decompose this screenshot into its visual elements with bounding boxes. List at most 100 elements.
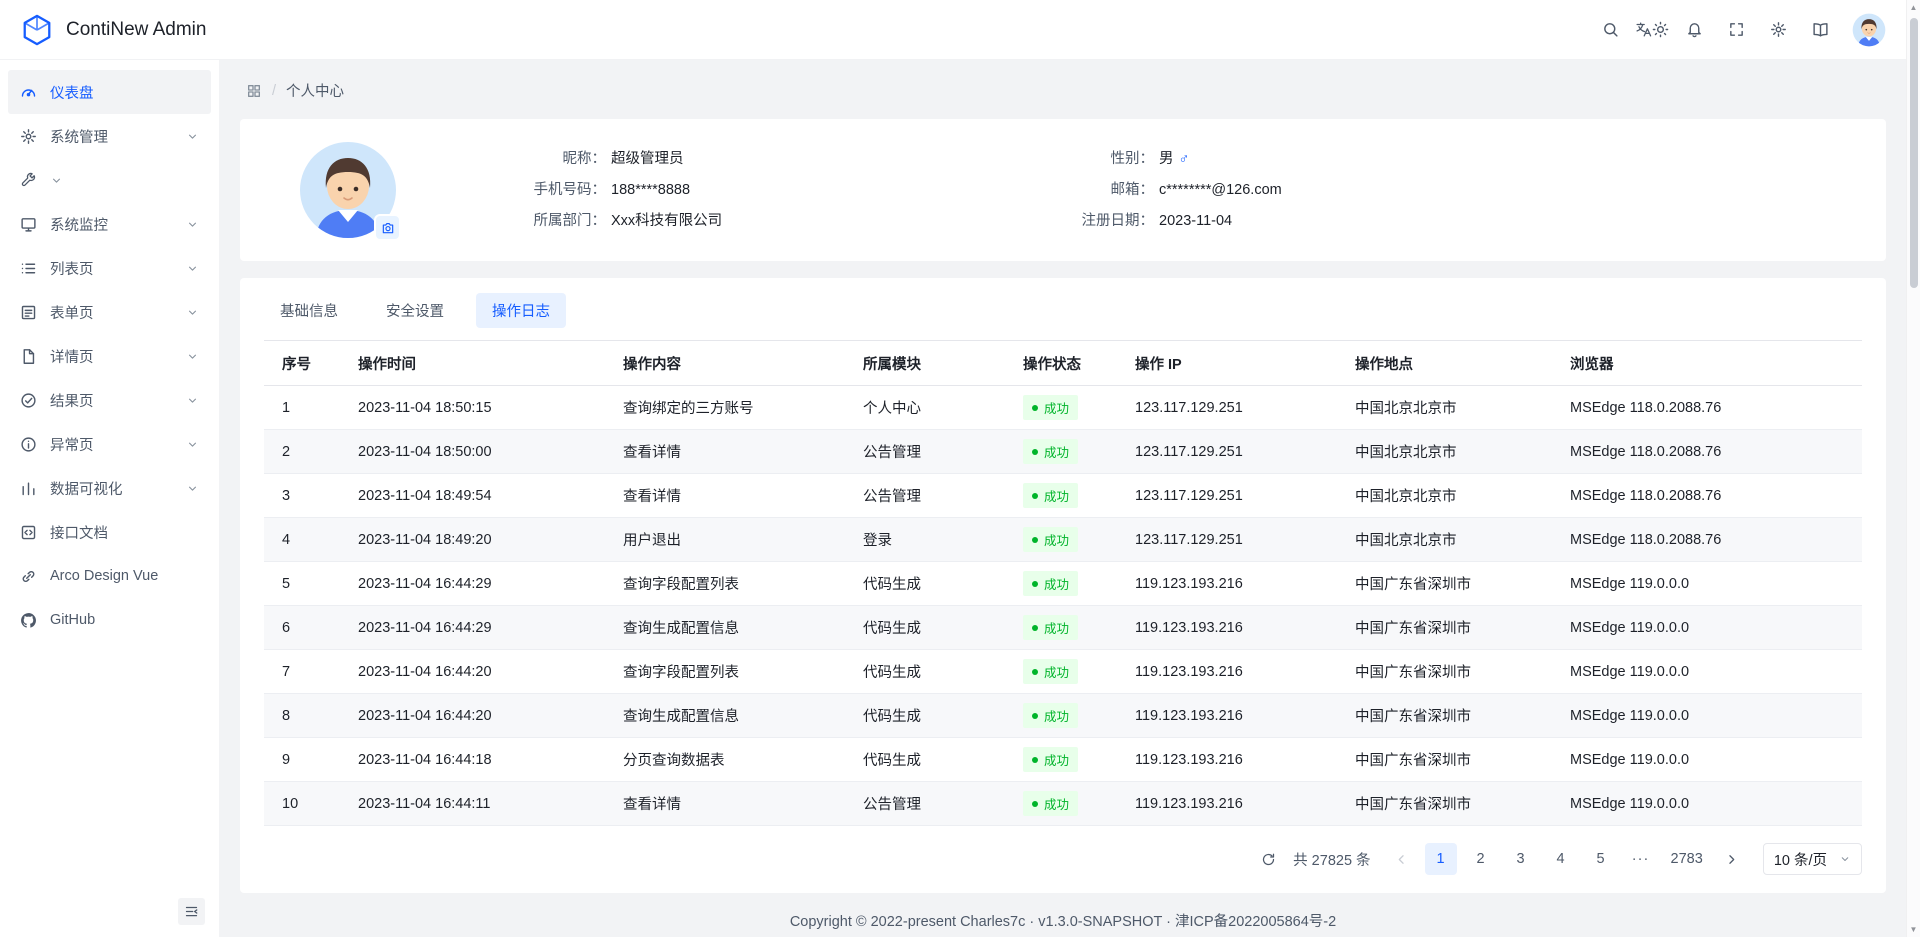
sidebar-item-label: 数据可视化 — [50, 478, 173, 499]
sidebar-item-label: GitHub — [50, 612, 199, 628]
chevron-down-icon — [186, 350, 199, 363]
sidebar-menu: 仪表盘系统管理系统工具系统监控列表页表单页详情页结果页异常页数据可视化接口文档A… — [0, 70, 219, 642]
translate-button[interactable] — [1634, 12, 1670, 48]
search-button[interactable] — [1592, 12, 1628, 48]
page-button-4[interactable]: 4 — [1545, 843, 1577, 875]
monitor-icon — [20, 216, 37, 233]
breadcrumb-home-icon[interactable] — [246, 83, 262, 99]
profile-fields: 昵称：超级管理员手机号码：188****8888所属部门：Xxx科技有限公司 性… — [494, 149, 1472, 231]
table-cell: 查询字段配置列表 — [619, 562, 859, 606]
page-size-select[interactable]: 10 条/页 — [1763, 843, 1862, 875]
sidebar-item-12[interactable]: GitHub — [8, 598, 211, 642]
table-cell: 查询生成配置信息 — [619, 694, 859, 738]
profile-field-label: 性别： — [1042, 149, 1154, 169]
sidebar-collapse-button[interactable] — [178, 898, 205, 925]
profile-field-value: 188****8888 — [611, 180, 690, 200]
table-cell: 9 — [264, 738, 354, 782]
change-avatar-button[interactable] — [374, 214, 401, 241]
table-cell: MSEdge 119.0.0.0 — [1566, 782, 1862, 826]
status-dot-icon — [1032, 405, 1038, 411]
table-cell: 6 — [264, 606, 354, 650]
page-button-3[interactable]: 3 — [1505, 843, 1537, 875]
prev-page-button[interactable] — [1387, 844, 1417, 874]
user-avatar[interactable] — [1852, 13, 1886, 47]
status-dot-icon — [1032, 713, 1038, 719]
sidebar-item-11[interactable]: Arco Design Vue — [8, 554, 211, 598]
table-cell: 123.117.129.251 — [1131, 386, 1351, 430]
table-cell: 成功 — [1019, 650, 1131, 694]
tab-1[interactable]: 安全设置 — [370, 293, 460, 328]
sidebar-item-label: 详情页 — [50, 346, 173, 367]
table-cell: 2023-11-04 18:49:20 — [354, 518, 619, 562]
operation-log-table-wrap: 序号操作时间操作内容所属模块操作状态操作 IP操作地点浏览器12023-11-0… — [240, 340, 1886, 826]
column-header: 操作状态 — [1019, 341, 1131, 386]
table-cell: 119.123.193.216 — [1131, 606, 1351, 650]
status-badge: 成功 — [1023, 615, 1078, 640]
profile-field-value: Xxx科技有限公司 — [611, 211, 722, 231]
chevron-down-icon — [186, 262, 199, 275]
docs-button[interactable] — [1802, 12, 1838, 48]
app-logo-link[interactable]: ContiNew Admin — [20, 13, 206, 47]
table-cell: 中国广东省深圳市 — [1351, 694, 1566, 738]
sidebar-item-10[interactable]: 接口文档 — [8, 510, 211, 554]
scrollbar-up-arrow[interactable]: ▲ — [1907, 0, 1920, 15]
table-cell: 公告管理 — [859, 782, 1019, 826]
tab-2[interactable]: 操作日志 — [476, 293, 566, 328]
sidebar-item-5[interactable]: 表单页 — [8, 290, 211, 334]
table-cell: 代码生成 — [859, 606, 1019, 650]
info-circle-icon — [20, 436, 37, 453]
sidebar-item-2[interactable]: 系统工具 — [8, 158, 211, 202]
table-cell: 2023-11-04 16:44:18 — [354, 738, 619, 782]
scrollbar-thumb[interactable] — [1910, 18, 1918, 288]
profile-field-label: 所属部门： — [494, 211, 606, 231]
status-dot-icon — [1032, 669, 1038, 675]
sidebar-item-6[interactable]: 详情页 — [8, 334, 211, 378]
next-page-button[interactable] — [1717, 844, 1747, 874]
app-logo-icon — [20, 13, 54, 47]
fullscreen-button[interactable] — [1718, 12, 1754, 48]
settings-button[interactable] — [1760, 12, 1796, 48]
notification-button[interactable] — [1676, 12, 1712, 48]
page-button-2[interactable]: 2 — [1465, 843, 1497, 875]
table-cell: 中国广东省深圳市 — [1351, 782, 1566, 826]
page-ellipsis[interactable]: ··· — [1625, 843, 1657, 875]
page-button-1[interactable]: 1 — [1425, 843, 1457, 875]
column-header: 操作地点 — [1351, 341, 1566, 386]
table-cell: 查询生成配置信息 — [619, 606, 859, 650]
table-cell: MSEdge 118.0.2088.76 — [1566, 386, 1862, 430]
page-button-2783[interactable]: 2783 — [1665, 843, 1709, 875]
column-header: 操作时间 — [354, 341, 619, 386]
github-icon — [20, 612, 37, 629]
sidebar-item-1[interactable]: 系统管理 — [8, 114, 211, 158]
page-button-5[interactable]: 5 — [1585, 843, 1617, 875]
table-row: 62023-11-04 16:44:29查询生成配置信息代码生成成功119.12… — [264, 606, 1862, 650]
chevron-down-icon — [186, 130, 199, 143]
sidebar-item-9[interactable]: 数据可视化 — [8, 466, 211, 510]
profile-field-value: 2023-11-04 — [1159, 211, 1232, 231]
tab-0[interactable]: 基础信息 — [264, 293, 354, 328]
sidebar-item-8[interactable]: 异常页 — [8, 422, 211, 466]
status-dot-icon — [1032, 625, 1038, 631]
table-cell: 查看详情 — [619, 782, 859, 826]
theme-button[interactable] — [1637, 23, 1650, 36]
sidebar-item-4[interactable]: 列表页 — [8, 246, 211, 290]
table-cell: 2023-11-04 16:44:11 — [354, 782, 619, 826]
app-title: ContiNew Admin — [66, 19, 206, 41]
table-cell: 公告管理 — [859, 430, 1019, 474]
refresh-button[interactable] — [1253, 844, 1283, 874]
table-cell: 2023-11-04 18:50:15 — [354, 386, 619, 430]
table-cell: 中国北京北京市 — [1351, 386, 1566, 430]
sidebar-item-0[interactable]: 仪表盘 — [8, 70, 211, 114]
scrollbar-down-arrow[interactable]: ▼ — [1907, 922, 1920, 937]
tool-icon: 系统工具 — [20, 172, 37, 189]
sidebar: 仪表盘系统管理系统工具系统监控列表页表单页详情页结果页异常页数据可视化接口文档A… — [0, 60, 220, 937]
sidebar-item-3[interactable]: 系统监控 — [8, 202, 211, 246]
sidebar-item-label: 列表页 — [50, 258, 173, 279]
sidebar-item-7[interactable]: 结果页 — [8, 378, 211, 422]
status-dot-icon — [1032, 801, 1038, 807]
table-cell: 代码生成 — [859, 562, 1019, 606]
sidebar-item-label: 系统监控 — [50, 214, 173, 235]
chevron-right-icon — [1724, 852, 1739, 867]
translate-icon — [1635, 21, 1669, 38]
profile-field-label: 昵称： — [494, 149, 606, 169]
